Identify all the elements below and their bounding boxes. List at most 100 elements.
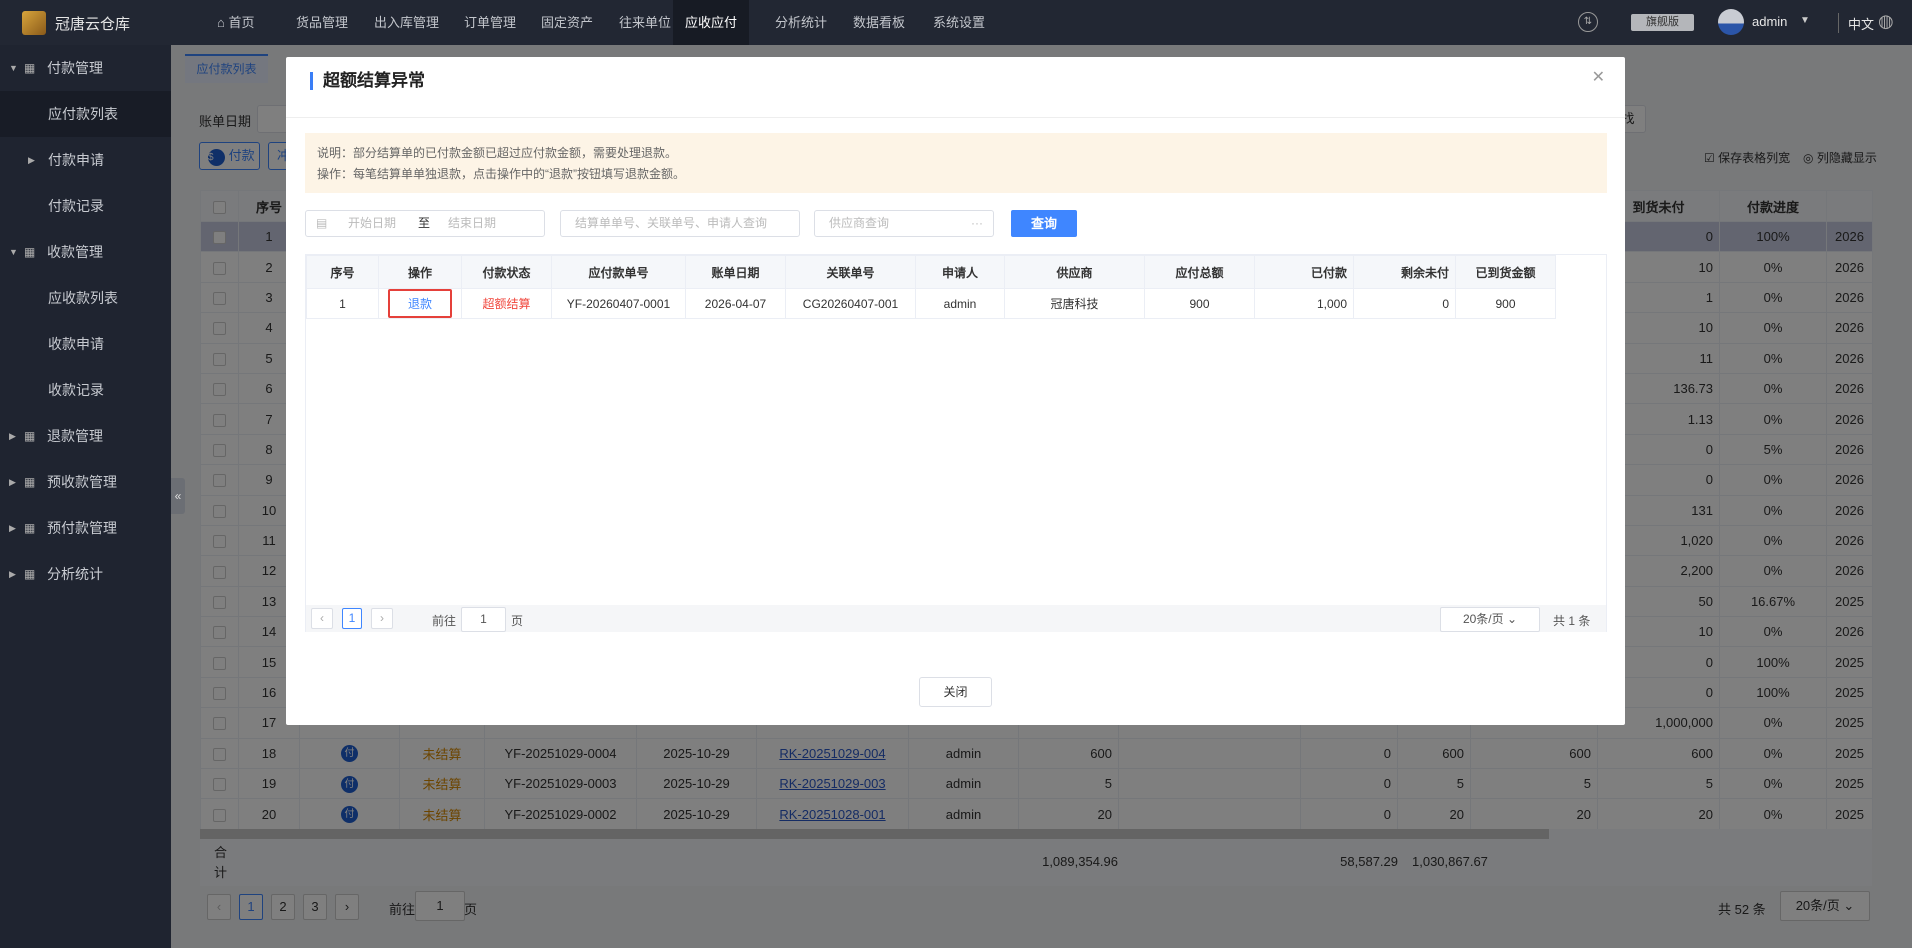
sidebar-item-label: 收款申请 [48, 336, 104, 352]
globe-icon[interactable]: ◍ [1878, 11, 1894, 32]
sidebar-item-label: 应付款列表 [48, 106, 118, 122]
cell-i: 1 [306, 288, 379, 319]
nav-label: 货品管理 [296, 15, 349, 30]
nav-item[interactable]: ⌂ 首页 [205, 0, 266, 45]
supplier-placeholder: 供应商查询 [829, 216, 890, 230]
sidebar-item[interactable]: ▼ ▦ 付款管理 [0, 45, 171, 91]
nav-label: 应收应付 [685, 15, 738, 30]
refund-button[interactable]: 退款 [387, 289, 452, 318]
nav-item[interactable]: 订单管理 [452, 0, 528, 45]
sidebar-item-label: 付款管理 [47, 60, 103, 76]
column-header: 剩余未付 [1353, 255, 1456, 289]
sidebar-item[interactable]: 收款记录 [0, 367, 171, 413]
column-header: 已到货金额 [1455, 255, 1556, 289]
date-range-picker[interactable]: ▤ 开始日期 至 结束日期 [305, 210, 545, 237]
sidebar-item-label: 预收款管理 [47, 474, 117, 490]
caret-right-icon: ▶ [9, 431, 16, 441]
sidebar-item[interactable]: ▼ ▦ 收款管理 [0, 229, 171, 275]
nav-label: 首页 [228, 15, 255, 30]
sidebar-item-label: 收款记录 [48, 382, 104, 398]
nav-item[interactable]: 数据看板 [841, 0, 917, 45]
column-header: 付款状态 [461, 255, 552, 289]
sidebar-item[interactable]: 收款申请 [0, 321, 171, 367]
supplier-search-input[interactable]: 供应商查询 ··· [814, 210, 994, 237]
next-page-button[interactable]: › [371, 608, 393, 629]
nav-item[interactable]: 往来单位 [607, 0, 683, 45]
keyword-search-input[interactable]: 结算单单号、关联单号、申请人查询 [560, 210, 800, 237]
end-date-input[interactable]: 结束日期 [448, 211, 496, 236]
transfer-icon[interactable]: ⇅ [1578, 12, 1598, 32]
goto-prefix: 前往 [432, 614, 457, 628]
collapse-sidebar-handle[interactable]: « [171, 478, 185, 514]
sidebar-item[interactable]: ▶ 付款申请 [0, 137, 171, 183]
exception-table: 序号 操作 付款状态 应付款单号 账单日期 关联单号 申请人 供应商 应付总额 已付款 剩余未付 已到… [305, 254, 1607, 632]
cell-op: 退款 [378, 288, 462, 319]
sidebar-item[interactable]: ▶ ▦ 预收款管理 [0, 459, 171, 505]
page-size-select[interactable]: 20条/页 ⌄ [1440, 607, 1540, 632]
caret-right-icon: ▶ [9, 477, 16, 487]
sidebar-item[interactable]: ▶ ▦ 分析统计 [0, 551, 171, 597]
prev-page-button[interactable]: ‹ [311, 608, 333, 629]
grid-icon: ▦ [24, 245, 36, 259]
close-button[interactable]: 关闭 [919, 677, 992, 707]
top-navbar: 冠唐云仓库 ⌂ 首页 货品管理 出入库管理 订单管理 固定资产 往来单位 应收应付 分析统计 数… [0, 0, 1912, 45]
grid-icon: ▦ [24, 429, 36, 443]
nav-item[interactable]: 系统设置 [921, 0, 997, 45]
app-name: 冠唐云仓库 [55, 16, 131, 33]
nav-item[interactable]: 分析统计 [763, 0, 839, 45]
start-date-input[interactable]: 开始日期 [348, 211, 396, 236]
nav-item[interactable]: 固定资产 [529, 0, 605, 45]
sidebar-item[interactable]: ▶ ▦ 预付款管理 [0, 505, 171, 551]
goto-page-input[interactable]: 1 [461, 607, 506, 632]
sidebar-item-label: 预付款管理 [47, 520, 117, 536]
table-row: 1 退款 超额结算 YF-20260407-0001 2026-04-07 CG20260… [306, 288, 1556, 319]
page-1[interactable]: 1 [342, 608, 362, 629]
column-header: 应付款单号 [551, 255, 686, 289]
caret-right-icon: ▶ [28, 155, 35, 165]
column-header: 序号 [306, 255, 379, 289]
close-icon[interactable]: ✕ [1592, 67, 1605, 87]
cell-remain: 0 [1353, 288, 1456, 319]
sidebar-item[interactable]: 付款记录 [0, 183, 171, 229]
column-header: 已付款 [1254, 255, 1354, 289]
sidebar-item-label: 收款管理 [47, 244, 103, 260]
language-switch[interactable]: 中文 [1848, 14, 1874, 33]
nav-label: 数据看板 [853, 15, 906, 30]
cell-paid: 1,000 [1254, 288, 1354, 319]
nav-label: 订单管理 [464, 15, 517, 30]
column-header: 申请人 [915, 255, 1005, 289]
user-name[interactable]: admin [1752, 14, 1787, 29]
sidebar-item[interactable]: 应收款列表 [0, 275, 171, 321]
nav-item[interactable]: 货品管理 [284, 0, 360, 45]
caret-down-icon: ▼ [9, 247, 18, 257]
notice-line: 操作：每笔结算单单独退款，点击操作中的“退款”按钮填写退款金额。 [317, 167, 685, 181]
divider [286, 117, 1625, 118]
grid-icon: ▦ [24, 521, 36, 535]
grid-icon: ▦ [24, 61, 36, 75]
nav-item[interactable]: 应收应付 [673, 0, 750, 45]
sidebar-item-label: 付款记录 [48, 198, 104, 214]
nav-label: 出入库管理 [374, 15, 440, 30]
cell-user: admin [915, 288, 1005, 319]
avatar[interactable] [1718, 9, 1744, 35]
calendar-icon: ▤ [316, 216, 328, 230]
overpay-exception-dialog: 超额结算异常 ✕ 说明：部分结算单的已付款金额已超过应付款金额，需要处理退款。 … [286, 57, 1625, 725]
nav-label: 系统设置 [933, 15, 986, 30]
nav-item[interactable]: 出入库管理 [362, 0, 451, 45]
home-icon: ⌂ [217, 15, 229, 30]
cell-no: YF-20260407-0001 [551, 288, 686, 319]
goto-suffix: 页 [511, 614, 524, 628]
chevron-down-icon[interactable]: ▼ [1800, 15, 1810, 26]
notice-box: 说明：部分结算单的已付款金额已超过应付款金额，需要处理退款。 操作：每笔结算单单… [305, 133, 1607, 193]
cell-date: 2026-04-07 [685, 288, 786, 319]
query-button[interactable]: 查询 [1011, 210, 1077, 237]
sidebar-item[interactable]: ▶ ▦ 退款管理 [0, 413, 171, 459]
range-separator: 至 [418, 216, 431, 230]
more-icon[interactable]: ··· [971, 211, 983, 236]
divider [1838, 13, 1839, 33]
app-logo [22, 11, 46, 35]
column-header: 账单日期 [685, 255, 786, 289]
cell-supplier: 冠唐科技 [1004, 288, 1145, 319]
edition-badge: 旗舰版 [1631, 14, 1694, 31]
sidebar-item[interactable]: 应付款列表 [0, 91, 171, 137]
